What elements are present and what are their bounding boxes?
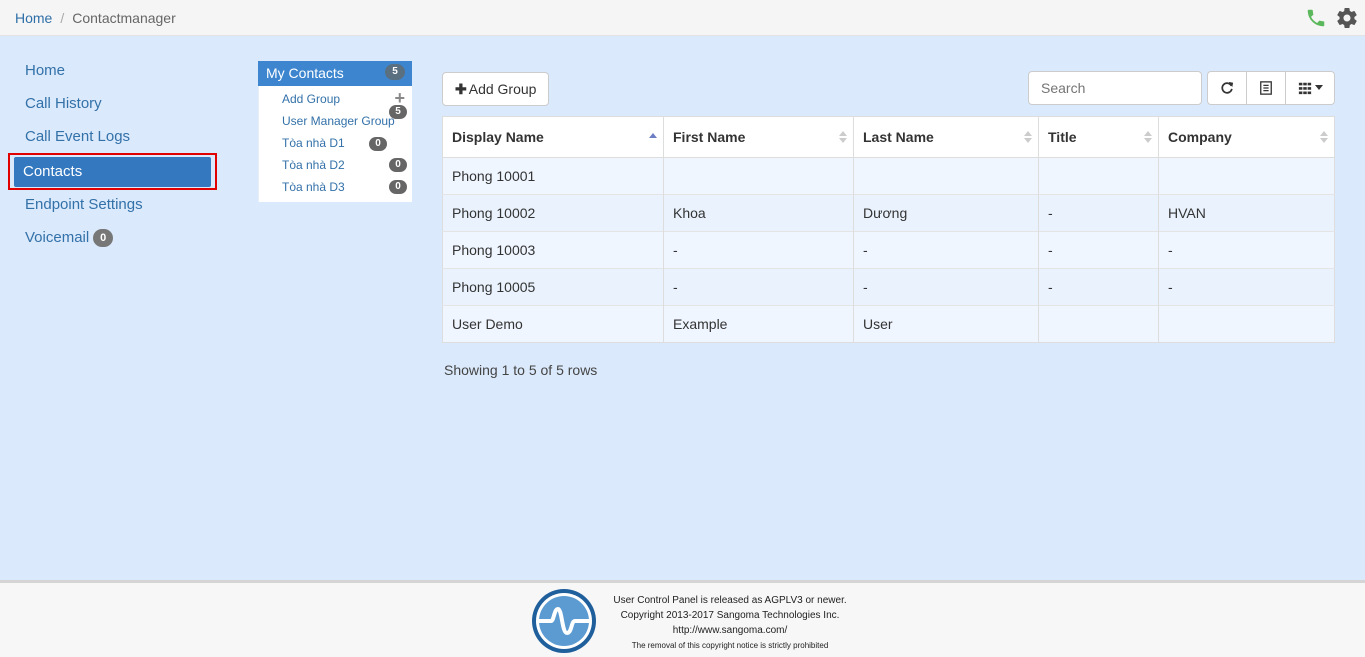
cell-last-name: - <box>853 268 1039 306</box>
main-area: Home Call History Call Event Logs Contac… <box>0 36 1365 580</box>
group-count-badge: 0 <box>369 137 387 151</box>
sidebar-item-contacts-highlight[interactable]: Contacts <box>8 153 217 190</box>
sidebar-item-endpoint-settings[interactable]: Endpoint Settings <box>10 190 220 223</box>
grid-icon <box>1298 82 1311 95</box>
refresh-button[interactable] <box>1207 71 1247 105</box>
sangoma-logo <box>531 588 597 657</box>
sidebar-item-call-event-logs[interactable]: Call Event Logs <box>10 122 220 155</box>
sidebar-item-call-history[interactable]: Call History <box>10 89 220 122</box>
cell-title <box>1038 157 1159 195</box>
cell-title: - <box>1038 268 1159 306</box>
cell-display-name: Phong 10005 <box>442 268 664 306</box>
column-header-display-name[interactable]: Display Name <box>442 116 664 158</box>
cell-title: - <box>1038 231 1159 269</box>
cell-first-name: - <box>663 231 854 269</box>
group-item-label: Tòa nhà D1 <box>282 136 345 150</box>
breadcrumb: Home / Contactmanager <box>15 10 176 26</box>
my-contacts-count-badge: 5 <box>385 64 405 80</box>
table-row[interactable]: User Demo Example User <box>442 305 1335 343</box>
sidebar-nav: Home Call History Call Event Logs Contac… <box>8 56 220 256</box>
sort-icon <box>1320 131 1328 143</box>
list-icon <box>1260 81 1272 95</box>
group-item-d3[interactable]: Tòa nhà D3 0 <box>273 176 412 198</box>
sort-asc-icon <box>649 133 657 138</box>
footer-url: http://www.sangoma.com/ <box>672 625 788 636</box>
cell-company: HVAN <box>1158 194 1335 232</box>
cell-company: - <box>1158 231 1335 269</box>
cell-first-name: Khoa <box>663 194 854 232</box>
group-item-label: Tòa nhà D3 <box>282 180 345 194</box>
sidebar-item-voicemail[interactable]: Voicemail 0 <box>10 223 220 256</box>
group-count-badge: 0 <box>389 158 407 172</box>
group-count-badge: 0 <box>389 180 407 194</box>
contact-groups-panel: My Contacts 5 Add Group + User Manager G… <box>258 61 412 202</box>
top-icons <box>1305 6 1359 30</box>
contacts-table: Display Name First Name Last Name Title … <box>442 116 1335 343</box>
column-header-first-name[interactable]: First Name <box>663 116 854 158</box>
sort-icon <box>839 131 847 143</box>
cell-title: - <box>1038 194 1159 232</box>
footer-text: User Control Panel is released as AGPLV3… <box>600 593 860 653</box>
add-group-label: Add Group <box>282 92 341 106</box>
top-bar: Home / Contactmanager <box>0 0 1365 36</box>
voicemail-count-badge: 0 <box>93 229 114 248</box>
phone-icon[interactable] <box>1305 7 1327 29</box>
sort-icon <box>1024 131 1032 143</box>
table-header-row: Display Name First Name Last Name Title … <box>442 116 1335 158</box>
gear-icon[interactable] <box>1335 6 1359 30</box>
pagination-info: Showing 1 to 5 of 5 rows <box>444 362 598 378</box>
table-row[interactable]: Phong 10002 Khoa Dương - HVAN <box>442 194 1335 232</box>
table-toolbar <box>1207 71 1335 105</box>
group-item-user-manager[interactable]: User Manager Group 5 <box>273 105 412 132</box>
group-item-label: Tòa nhà D2 <box>282 158 345 172</box>
table-row[interactable]: Phong 10005 - - - - <box>442 268 1335 306</box>
cell-company <box>1158 305 1335 343</box>
sort-icon <box>1144 131 1152 143</box>
sidebar-item-contacts[interactable]: Contacts <box>14 157 211 187</box>
cell-first-name: Example <box>663 305 854 343</box>
add-group-button[interactable]: ✚ Add Group <box>442 72 549 106</box>
columns-dropdown-button[interactable] <box>1285 71 1335 105</box>
group-item-label: User Manager Group <box>282 114 395 128</box>
table-row[interactable]: Phong 10003 - - - - <box>442 231 1335 269</box>
group-count-badge: 5 <box>389 105 407 119</box>
group-item-d1[interactable]: Tòa nhà D1 0 <box>273 132 412 154</box>
group-item-d2[interactable]: Tòa nhà D2 0 <box>273 154 412 176</box>
footer: User Control Panel is released as AGPLV3… <box>0 580 1365 657</box>
cell-display-name: Phong 10001 <box>442 157 664 195</box>
cell-last-name: User <box>853 305 1039 343</box>
footer-copyright: Copyright 2013-2017 Sangoma Technologies… <box>620 610 840 621</box>
breadcrumb-separator: / <box>60 10 65 26</box>
add-group-button-label: Add Group <box>468 81 537 97</box>
column-header-company[interactable]: Company <box>1158 116 1335 158</box>
footer-notice: The removal of this copyright notice is … <box>631 641 829 650</box>
toggle-view-button[interactable] <box>1246 71 1286 105</box>
sidebar-item-home[interactable]: Home <box>10 56 220 89</box>
cell-first-name: - <box>663 268 854 306</box>
cell-last-name: Dương <box>853 194 1039 232</box>
breadcrumb-home-link[interactable]: Home <box>15 10 52 26</box>
cell-title <box>1038 305 1159 343</box>
cell-last-name <box>853 157 1039 195</box>
plus-icon: ✚ <box>455 81 467 97</box>
breadcrumb-current: Contactmanager <box>72 10 176 26</box>
search-input[interactable] <box>1028 71 1202 105</box>
sidebar-item-voicemail-label: Voicemail <box>25 229 90 246</box>
cell-first-name <box>663 157 854 195</box>
column-header-title[interactable]: Title <box>1038 116 1159 158</box>
cell-display-name: Phong 10002 <box>442 194 664 232</box>
cell-last-name: - <box>853 231 1039 269</box>
table-row[interactable]: Phong 10001 <box>442 157 1335 195</box>
cell-company <box>1158 157 1335 195</box>
caret-down-icon <box>1314 85 1323 90</box>
cell-display-name: User Demo <box>442 305 664 343</box>
footer-license: User Control Panel is released as AGPLV3… <box>613 595 847 606</box>
group-my-contacts-label: My Contacts <box>266 65 344 81</box>
cell-company: - <box>1158 268 1335 306</box>
group-list: Add Group + User Manager Group 5 Tòa nhà… <box>258 86 412 202</box>
refresh-icon <box>1221 81 1234 94</box>
column-header-last-name[interactable]: Last Name <box>853 116 1039 158</box>
group-my-contacts[interactable]: My Contacts 5 <box>258 61 412 86</box>
cell-display-name: Phong 10003 <box>442 231 664 269</box>
